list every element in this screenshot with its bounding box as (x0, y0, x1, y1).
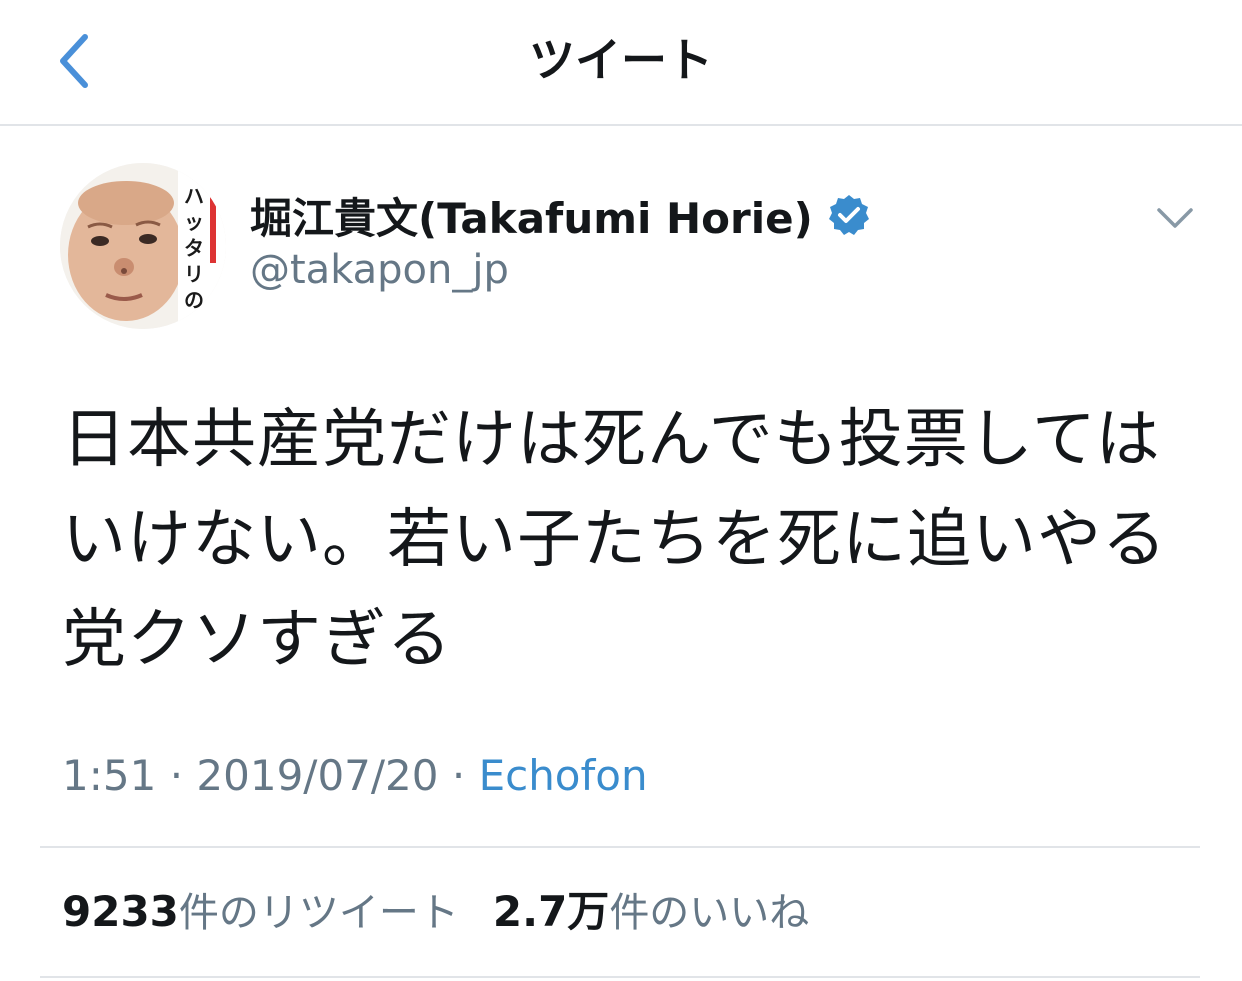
navigation-bar: ツイート (0, 0, 1242, 126)
more-options-button[interactable] (1150, 199, 1200, 239)
chevron-down-icon (1157, 208, 1193, 228)
tweet-metadata: 1:51 · 2019/07/20 · Echofon (62, 746, 648, 806)
like-label: 件のいいね (609, 890, 810, 936)
avatar-book-title: ハ ッ タ リ の (184, 184, 204, 312)
tweet-date: 2019/07/20 (196, 751, 439, 800)
like-count: 2.7万 (492, 887, 610, 936)
tweet-time: 1:51 (62, 751, 157, 800)
retweet-count: 9233 (62, 887, 179, 936)
tweet-stats: 9233 件のリツイート 2.7万 件のいいね (62, 882, 843, 943)
svg-text:リ: リ (184, 262, 204, 286)
divider (40, 846, 1200, 848)
verified-badge-icon (828, 195, 869, 235)
author-name-row: 堀江貴文(Takafumi Horie) (250, 187, 871, 243)
tweet-text: 日本共産党だけは死んでも投票してはいけない。若い子たちを死に追いやる党クソすぎる (62, 403, 1167, 677)
author-display-name[interactable]: 堀江貴文(Takafumi Horie) (250, 185, 813, 246)
tweet-source-link[interactable]: Echofon (479, 751, 648, 800)
retweet-label: 件のリツイート (178, 890, 459, 936)
retweets-stat[interactable]: 9233 件のリツイート (62, 882, 459, 943)
meta-separator: · (451, 751, 466, 800)
divider (40, 976, 1200, 978)
page-title: ツイート (529, 33, 713, 87)
author-handle[interactable]: @takapon_jp (250, 247, 509, 293)
svg-text:タ: タ (184, 236, 204, 260)
tweet-header: ハ ッ タ リ の 堀江貴文(Takafumi Horie) @takapon_… (60, 163, 1200, 333)
avatar-image: ハ ッ タ リ の (60, 163, 226, 329)
svg-text:ッ: ッ (184, 210, 204, 234)
avatar[interactable]: ハ ッ タ リ の (60, 163, 226, 329)
likes-stat[interactable]: 2.7万 件のいいね (493, 882, 809, 943)
svg-text:の: の (184, 288, 204, 312)
meta-separator: · (169, 751, 184, 800)
svg-text:ハ: ハ (184, 184, 204, 208)
